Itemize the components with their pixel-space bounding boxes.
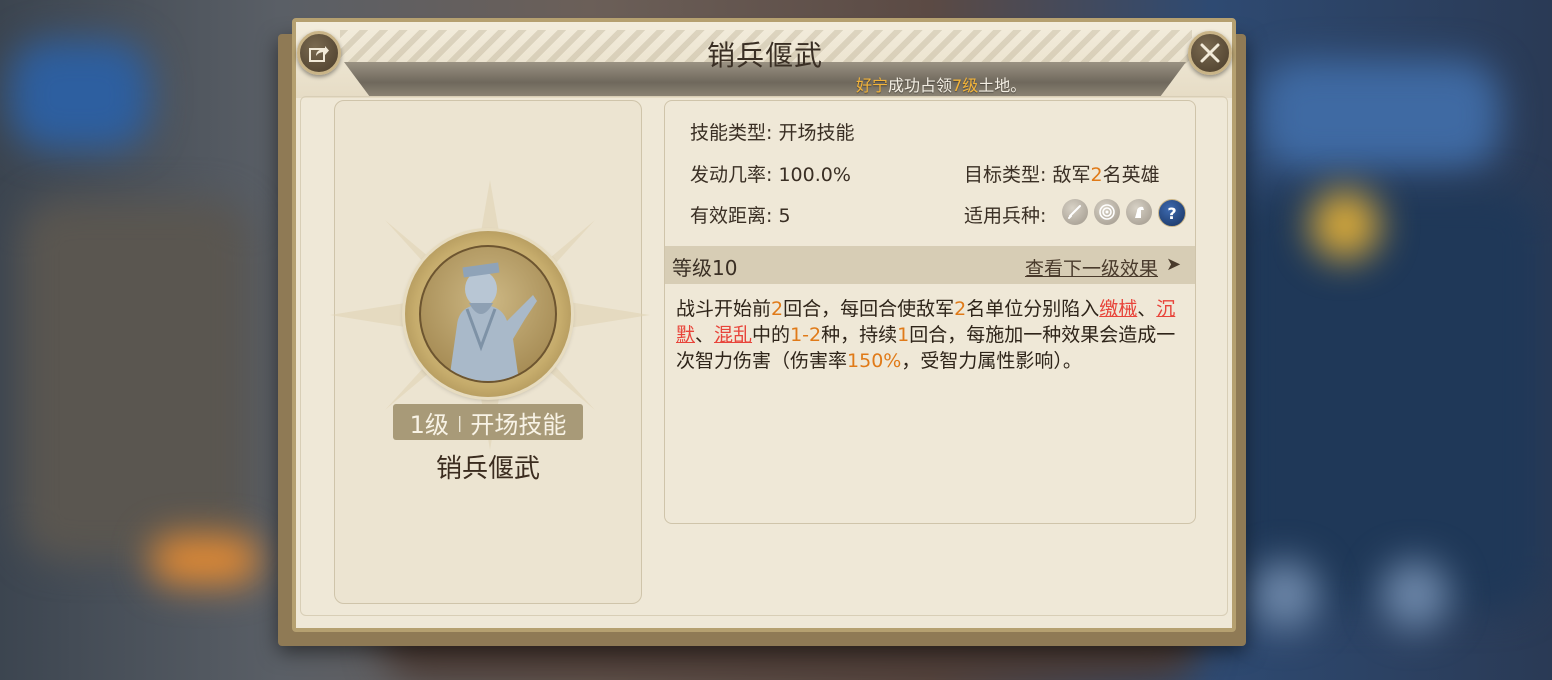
status-confusion-link[interactable]: 混乱 bbox=[714, 324, 752, 346]
desc-number: 150% bbox=[847, 350, 902, 372]
desc-number: 1 bbox=[897, 324, 910, 346]
desc-text: 名单位分别陷入 bbox=[966, 298, 1100, 320]
close-icon bbox=[1200, 43, 1220, 63]
troop-icons: ? bbox=[1062, 199, 1186, 227]
next-level-effect-link[interactable]: 查看下一级效果 bbox=[1025, 254, 1158, 281]
horse-icon[interactable] bbox=[1126, 199, 1152, 225]
desc-number: 1-2 bbox=[790, 324, 822, 346]
notice-level: 7级 bbox=[952, 76, 979, 95]
target-count: 2 bbox=[1090, 164, 1103, 186]
sword-icon[interactable] bbox=[1062, 199, 1088, 225]
range-label: 有效距离: bbox=[690, 205, 773, 227]
arrow-right-icon[interactable]: ➤ bbox=[1166, 254, 1181, 275]
notice-banner: 好宁成功占领7级土地。 bbox=[856, 72, 1026, 96]
level-label: 等级10 bbox=[672, 256, 738, 280]
background-blur bbox=[1260, 60, 1500, 170]
background-blur bbox=[1240, 190, 1540, 610]
skill-level: 1级 bbox=[409, 410, 449, 439]
desc-text: ，受智力属性影响）。 bbox=[901, 350, 1082, 372]
desc-number: 2 bbox=[771, 298, 784, 320]
troop-type-row: 适用兵种: bbox=[964, 201, 1046, 228]
skill-type-tag: 开场技能 bbox=[470, 410, 567, 439]
notice-text-mid: 成功占领 bbox=[888, 76, 953, 95]
close-button[interactable] bbox=[1188, 31, 1232, 75]
range-value: 5 bbox=[778, 205, 791, 227]
skill-name: 销兵偃武 bbox=[435, 454, 540, 484]
notice-text-end: 土地。 bbox=[978, 76, 1027, 95]
background-blur bbox=[150, 535, 260, 585]
bow-target-icon[interactable] bbox=[1094, 199, 1120, 225]
trigger-rate-value: 100.0% bbox=[778, 164, 851, 186]
status-disarm-link[interactable]: 缴械 bbox=[1099, 298, 1137, 320]
desc-text: 中的 bbox=[752, 324, 791, 346]
trigger-rate-row: 发动几率: 100.0% bbox=[690, 160, 851, 187]
question-icon[interactable]: ? bbox=[1158, 199, 1186, 227]
background-blur bbox=[1310, 190, 1380, 260]
skill-type-value: 开场技能 bbox=[778, 122, 855, 144]
target-type-label: 目标类型: bbox=[964, 164, 1047, 186]
skill-portrait bbox=[419, 245, 557, 383]
panel-title: 销兵偃武 bbox=[706, 39, 823, 72]
share-icon bbox=[309, 46, 329, 62]
desc-text: 战斗开始前 bbox=[676, 298, 772, 320]
statesman-figure-icon bbox=[449, 262, 537, 381]
desc-text: 种，持续 bbox=[821, 324, 898, 346]
background-blur bbox=[1380, 560, 1450, 630]
tag-separator: | bbox=[456, 412, 463, 432]
skill-level-tag: 1级 | 开场技能 bbox=[393, 404, 583, 440]
target-suffix: 名英雄 bbox=[1102, 164, 1160, 186]
skill-type-row: 技能类型: 开场技能 bbox=[690, 118, 854, 145]
background-blur bbox=[20, 200, 250, 560]
share-button[interactable] bbox=[297, 31, 341, 75]
desc-text: 、 bbox=[695, 324, 715, 346]
background-blur bbox=[10, 40, 150, 150]
desc-number: 2 bbox=[954, 298, 967, 320]
background-blur bbox=[1250, 560, 1320, 630]
skill-description: 战斗开始前2回合，每回合使敌军2名单位分别陷入缴械、沉默、混乱中的1-2种，持续… bbox=[676, 296, 1188, 374]
range-row: 有效距离: 5 bbox=[690, 201, 791, 228]
trigger-rate-label: 发动几率: bbox=[690, 164, 773, 186]
notice-player: 好宁 bbox=[856, 76, 889, 95]
desc-text: 、 bbox=[1137, 298, 1157, 320]
skill-type-label: 技能类型: bbox=[690, 122, 773, 144]
target-type-row: 目标类型: 敌军2名英雄 bbox=[964, 160, 1160, 187]
target-prefix: 敌军 bbox=[1052, 164, 1091, 186]
troop-type-label: 适用兵种: bbox=[964, 205, 1047, 227]
desc-text: 回合，每回合使敌军 bbox=[783, 298, 955, 320]
